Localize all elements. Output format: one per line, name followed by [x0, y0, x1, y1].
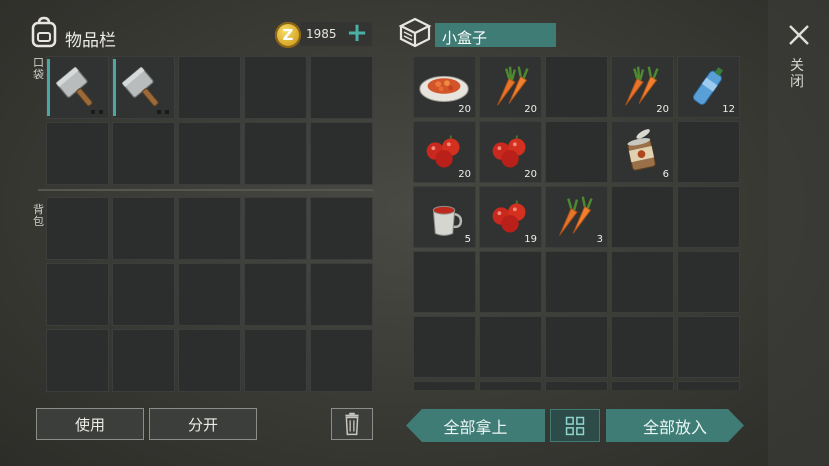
- item-quantity: 6: [662, 169, 669, 180]
- item-quantity: 20: [458, 169, 471, 180]
- container-slot[interactable]: [545, 316, 608, 378]
- container-slot[interactable]: 12: [677, 56, 740, 118]
- container-slot[interactable]: [479, 251, 542, 313]
- add-coins-button[interactable]: +: [346, 20, 368, 46]
- container-slot[interactable]: [677, 316, 740, 378]
- section-divider: [38, 189, 373, 191]
- backpack-slot[interactable]: [178, 263, 241, 326]
- cleaver-icon: [122, 66, 159, 107]
- pocket-slot[interactable]: [310, 56, 373, 119]
- container-slot[interactable]: [413, 381, 476, 390]
- backpack-slot[interactable]: [112, 197, 175, 260]
- container-slot[interactable]: [479, 316, 542, 378]
- container-slot[interactable]: [677, 186, 740, 248]
- coin-icon: Z: [275, 22, 301, 48]
- container-slot[interactable]: [545, 56, 608, 118]
- container-slot[interactable]: [677, 121, 740, 183]
- box-icon: [398, 17, 432, 48]
- pocket-slot[interactable]: [244, 56, 307, 119]
- close-icon[interactable]: [787, 23, 811, 47]
- pocket-slot[interactable]: [46, 122, 109, 185]
- backpack-slot[interactable]: [112, 329, 175, 392]
- container-slot[interactable]: 20: [611, 56, 674, 118]
- backpack-slot[interactable]: [310, 329, 373, 392]
- container-slot[interactable]: 20: [479, 56, 542, 118]
- backpack-slot[interactable]: [310, 197, 373, 260]
- container-slot[interactable]: [611, 316, 674, 378]
- container-slot[interactable]: [413, 251, 476, 313]
- item-quantity: 20: [656, 104, 669, 115]
- container-grid: 20 20 20 12 20 20 6 5 19 3: [413, 56, 740, 390]
- backpack-slot[interactable]: [244, 329, 307, 392]
- durability-dots: [157, 110, 169, 114]
- container-slot[interactable]: [413, 316, 476, 378]
- pocket-label: 口袋: [33, 56, 44, 81]
- container-slot[interactable]: [677, 251, 740, 313]
- pocket-slot-cleaver[interactable]: [46, 56, 109, 119]
- container-slot[interactable]: [611, 251, 674, 313]
- use-button[interactable]: 使用: [36, 408, 144, 440]
- durability-dots: [91, 110, 103, 114]
- container-slot[interactable]: 19: [479, 186, 542, 248]
- container-slot[interactable]: 6: [611, 121, 674, 183]
- backpack-icon: [31, 16, 57, 48]
- backpack-slot[interactable]: [244, 197, 307, 260]
- item-quantity: 12: [722, 104, 735, 115]
- sort-button[interactable]: [550, 409, 600, 442]
- pocket-slot[interactable]: [244, 122, 307, 185]
- container-slot[interactable]: 3: [545, 186, 608, 248]
- container-slot[interactable]: [677, 381, 740, 390]
- take-all-button[interactable]: 全部拿上: [406, 409, 545, 442]
- container-slot[interactable]: [545, 251, 608, 313]
- pocket-slot[interactable]: [310, 122, 373, 185]
- item-quantity: 19: [524, 234, 537, 245]
- backpack-slot[interactable]: [244, 263, 307, 326]
- container-title: 小盒子: [442, 29, 488, 47]
- item-quantity: 20: [458, 104, 471, 115]
- backpack-slot[interactable]: [178, 329, 241, 392]
- item-quantity: 5: [464, 234, 471, 245]
- container-slot[interactable]: [545, 121, 608, 183]
- item-quantity: 20: [524, 169, 537, 180]
- container-slot[interactable]: 20: [479, 121, 542, 183]
- pocket-slot[interactable]: [178, 56, 241, 119]
- backpack-slot[interactable]: [112, 263, 175, 326]
- backpack-slot[interactable]: [46, 329, 109, 392]
- container-slot[interactable]: [545, 381, 608, 390]
- pocket-slot-cleaver[interactable]: [112, 56, 175, 119]
- backpack-label: 背包: [33, 203, 44, 228]
- container-slot[interactable]: 20: [413, 56, 476, 118]
- discard-button[interactable]: [331, 408, 373, 440]
- trash-icon: [345, 412, 359, 436]
- backpack-slot[interactable]: [46, 197, 109, 260]
- cleaver-icon: [56, 66, 93, 107]
- backpack-slot[interactable]: [46, 263, 109, 326]
- container-slot[interactable]: 5: [413, 186, 476, 248]
- container-slot[interactable]: [611, 186, 674, 248]
- container-slot[interactable]: [611, 381, 674, 390]
- coin-count: 1985: [306, 27, 337, 41]
- item-quantity: 20: [524, 104, 537, 115]
- item-quantity: 3: [596, 234, 603, 245]
- put-all-button[interactable]: 全部放入: [606, 409, 744, 442]
- container-slot[interactable]: [479, 381, 542, 390]
- container-slot[interactable]: 20: [413, 121, 476, 183]
- pocket-slot[interactable]: [112, 122, 175, 185]
- grid-sort-icon: [565, 416, 585, 436]
- backpack-slot[interactable]: [310, 263, 373, 326]
- backpack-grid: [46, 197, 373, 392]
- pocket-slot[interactable]: [178, 122, 241, 185]
- backpack-slot[interactable]: [178, 197, 241, 260]
- close-button-label[interactable]: 关闭: [790, 58, 808, 90]
- pocket-grid: [46, 56, 373, 185]
- inventory-title: 物品栏: [65, 31, 116, 51]
- split-button[interactable]: 分开: [149, 408, 257, 440]
